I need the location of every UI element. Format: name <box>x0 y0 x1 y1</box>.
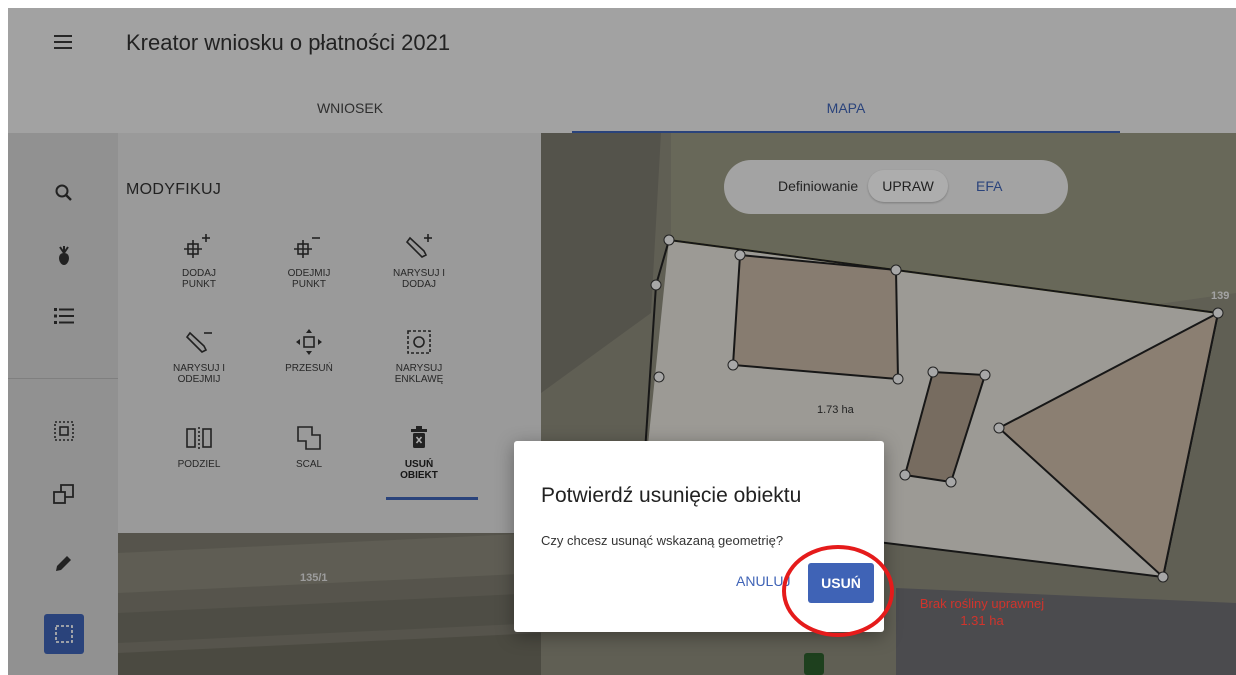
dialog-title: Potwierdź usunięcie obiektu <box>541 484 802 507</box>
missing-crop-text: Brak rośliny uprawnej <box>919 596 1045 611</box>
missing-crop-area: 1.31 ha <box>960 613 1004 628</box>
missing-crop-label: Brak rośliny uprawnej 1.31 ha <box>912 595 1052 629</box>
highlight-circle <box>782 545 894 637</box>
dialog-message: Czy chcesz usunąć wskazaną geometrię? <box>541 533 784 548</box>
